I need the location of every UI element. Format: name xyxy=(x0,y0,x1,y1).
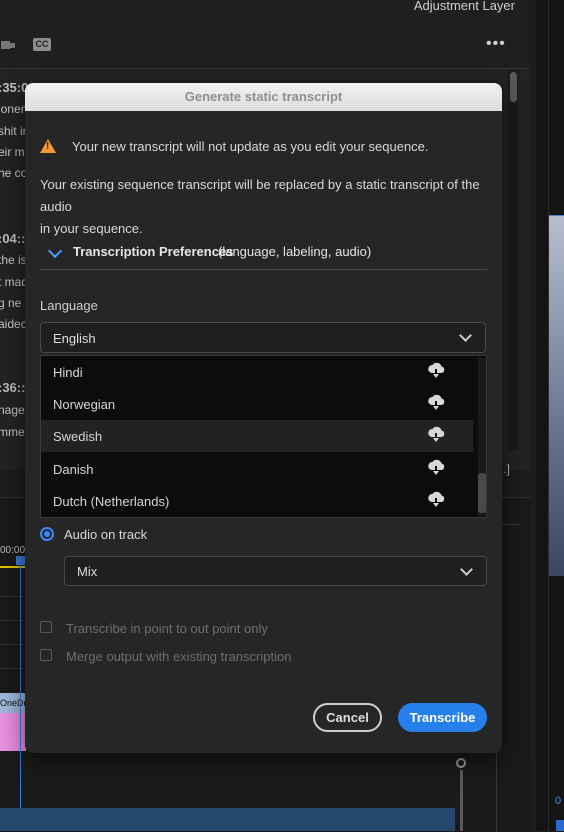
timeline-clip-adjustment[interactable] xyxy=(0,713,26,751)
more-options-icon[interactable]: ••• xyxy=(486,35,506,53)
transcript-text: nage xyxy=(0,403,25,417)
language-list-scroll-thumb[interactable] xyxy=(478,473,486,513)
language-option[interactable]: Danish xyxy=(41,453,473,485)
timeline-scrollbar[interactable] xyxy=(460,770,463,831)
info-text: Your existing sequence transcript will b… xyxy=(40,177,480,236)
language-label: Language xyxy=(40,298,98,313)
zero-label: 0 xyxy=(555,795,562,807)
video-preview xyxy=(549,216,564,576)
cloud-download-icon[interactable] xyxy=(427,362,445,380)
language-option[interactable]: Hindi xyxy=(41,356,473,388)
timestamp: :36:: xyxy=(0,380,26,395)
audio-on-track-radio[interactable] xyxy=(40,527,54,541)
adjustment-layer-label: Adjustment Layer xyxy=(413,0,515,13)
program-monitor-edge: 0 xyxy=(536,0,564,831)
export-icon[interactable] xyxy=(0,38,16,52)
audio-on-track-label: Audio on track xyxy=(64,527,148,542)
in-out-checkbox[interactable] xyxy=(40,621,52,633)
audio-waveform[interactable] xyxy=(0,808,455,831)
chevron-down-icon xyxy=(459,329,472,342)
in-out-checkbox-label: Transcribe in point to out point only xyxy=(66,621,268,636)
language-option[interactable]: Norwegian xyxy=(41,388,473,420)
transcript-scroll-thumb[interactable] xyxy=(510,72,517,102)
transcript-text: he co xyxy=(0,166,28,180)
audio-track-select[interactable]: Mix xyxy=(64,556,487,586)
language-select[interactable]: English xyxy=(40,322,486,353)
transcribe-button[interactable]: Transcribe xyxy=(398,703,487,732)
warning-text: Your new transcript will not update as y… xyxy=(72,139,429,154)
transcript-text: mme xyxy=(0,425,25,439)
transcript-text: the is xyxy=(0,253,27,267)
language-option[interactable]: Dutch (Netherlands) xyxy=(41,485,473,517)
language-list-scrollbar[interactable] xyxy=(478,358,486,516)
language-option-highlighted[interactable]: Swedish xyxy=(41,420,473,452)
warning-row: Your new transcript will not update as y… xyxy=(40,138,480,158)
warning-icon xyxy=(40,139,56,153)
captions-icon[interactable]: CC xyxy=(33,38,51,51)
transcript-text: ionen xyxy=(0,102,28,116)
cloud-download-icon[interactable] xyxy=(427,426,445,444)
cloud-download-icon[interactable] xyxy=(427,491,445,509)
timeline-zoom-handle[interactable] xyxy=(456,758,466,768)
playhead[interactable] xyxy=(20,556,21,831)
transcript-text: eir m xyxy=(0,145,25,159)
generate-transcript-dialog: Generate static transcript Your new tran… xyxy=(25,83,502,753)
preferences-title: Transcription Preferences xyxy=(73,244,234,259)
timestamp: :04:: xyxy=(0,231,26,246)
preferences-section-toggle[interactable]: Transcription Preferences (language, lab… xyxy=(40,241,487,270)
transcript-scrollbar[interactable] xyxy=(508,70,518,450)
merge-checkbox[interactable] xyxy=(40,649,52,661)
cancel-button[interactable]: Cancel xyxy=(313,703,382,732)
transcript-text: t mad xyxy=(0,275,29,289)
transcript-text: aidec xyxy=(0,317,27,331)
cloud-download-icon[interactable] xyxy=(427,459,445,477)
timeline-ruler xyxy=(0,566,25,568)
language-dropdown-list: Hindi Norwegian Swedish Danish Dutch (Ne… xyxy=(40,355,487,518)
chevron-down-icon xyxy=(47,243,63,259)
transcript-text: g ne xyxy=(0,296,22,310)
preferences-subtitle: (language, labeling, audio) xyxy=(218,244,372,259)
timeline-clip[interactable]: OneDri xyxy=(0,693,29,713)
chevron-down-icon xyxy=(460,563,473,576)
merge-checkbox-label: Merge output with existing transcription xyxy=(66,649,292,664)
dialog-title: Generate static transcript xyxy=(25,83,502,111)
timeline-timecode: 00:00 xyxy=(0,545,26,556)
cloud-download-icon[interactable] xyxy=(427,394,445,412)
